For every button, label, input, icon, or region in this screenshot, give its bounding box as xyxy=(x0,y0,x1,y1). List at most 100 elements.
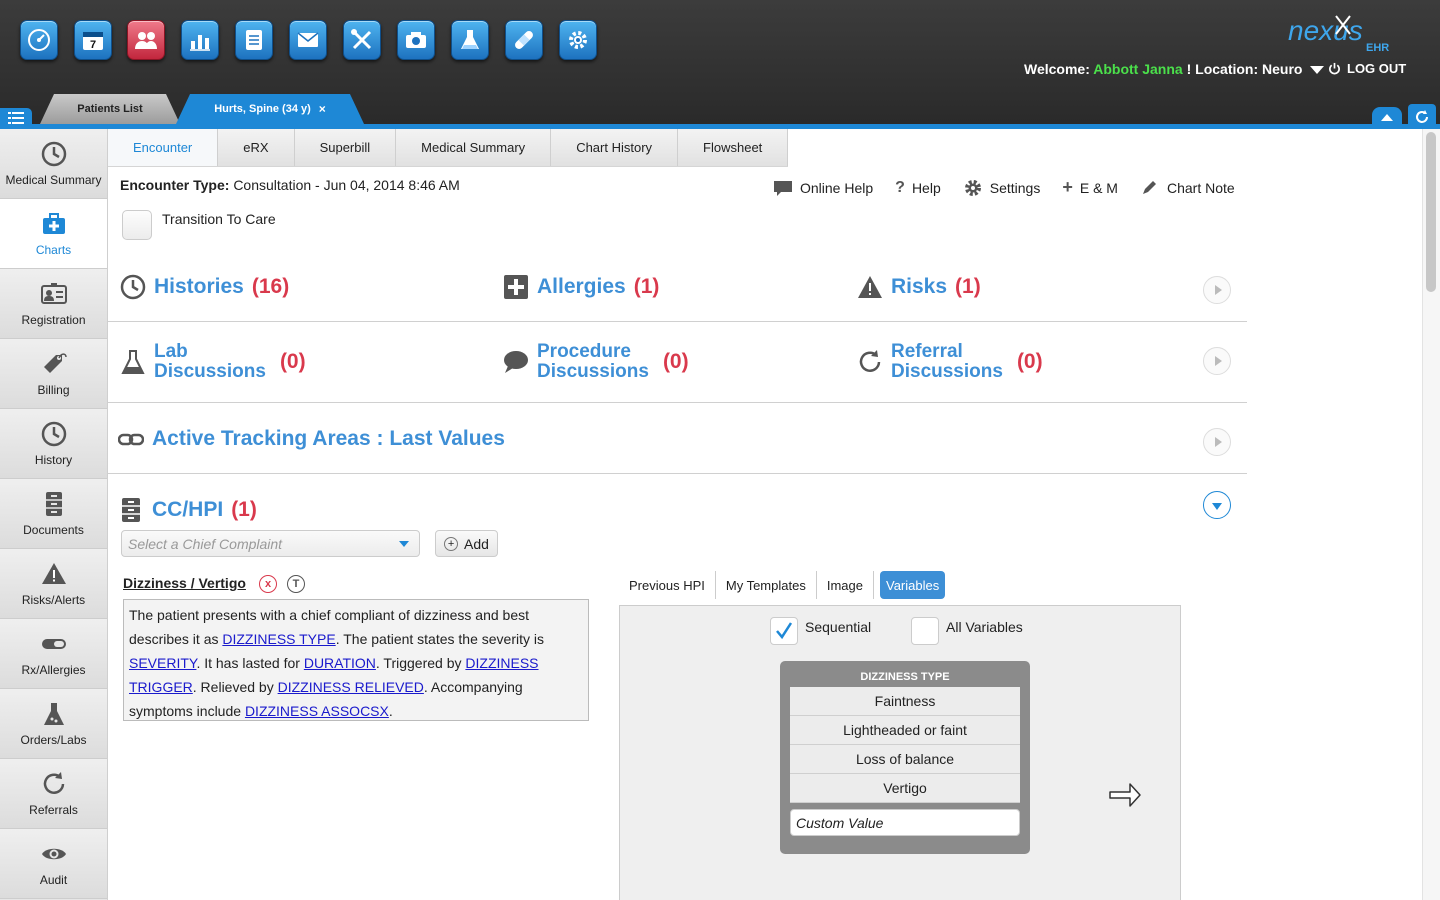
tab-variables[interactable]: Variables xyxy=(879,571,946,599)
online-help-button[interactable]: Online Help xyxy=(773,177,873,198)
tracking-areas-title[interactable]: Active Tracking Areas : Last Values xyxy=(118,426,505,452)
tab-medical-summary[interactable]: Medical Summary xyxy=(396,129,552,166)
scrollbar[interactable] xyxy=(1422,129,1440,900)
pill-icon xyxy=(41,639,66,649)
em-button[interactable]: + E & M xyxy=(1062,177,1118,198)
sidebar-item-audit[interactable]: Audit xyxy=(0,829,107,899)
tab-flowsheet[interactable]: Flowsheet xyxy=(678,129,789,166)
variable-link-dizziness-relieved[interactable]: DIZZINESS RELIEVED xyxy=(278,679,424,695)
risks-count: (1) xyxy=(955,275,981,298)
tab-previous-hpi[interactable]: Previous HPI xyxy=(619,571,716,599)
referral-discussions-title[interactable]: Referral Discussions (0) xyxy=(857,342,1043,382)
sidebar-item-documents[interactable]: Documents xyxy=(0,479,107,549)
location-dropdown-icon[interactable] xyxy=(1310,66,1325,75)
add-label: Add xyxy=(464,535,489,552)
tab-encounter[interactable]: Encounter xyxy=(108,129,219,166)
transition-to-care-checkbox[interactable] xyxy=(122,210,152,240)
dashboard-icon[interactable] xyxy=(20,20,58,60)
arrow-right-icon[interactable] xyxy=(1108,778,1142,812)
hpi-text-box[interactable]: The patient presents with a chief compli… xyxy=(123,599,589,721)
logout-button[interactable]: LOG OUT xyxy=(1328,61,1406,76)
chevron-down-icon xyxy=(1212,502,1222,510)
patients-icon[interactable] xyxy=(127,20,165,60)
sidebar-item-billing[interactable]: Billing xyxy=(0,339,107,409)
procedure-discussions-title[interactable]: Procedure Discussions (0) xyxy=(503,342,689,382)
histories-section-title[interactable]: Histories (16) xyxy=(120,274,289,300)
sequential-checkbox[interactable] xyxy=(770,617,798,645)
custom-value-input[interactable]: Custom Value xyxy=(790,809,1020,836)
close-tab-icon[interactable]: × xyxy=(319,102,326,116)
lab-discussions-title[interactable]: Lab Discussions (0) xyxy=(120,342,306,382)
sidebar-item-referrals[interactable]: Referrals xyxy=(0,759,107,829)
plus-icon: + xyxy=(444,536,459,551)
reports-icon[interactable] xyxy=(181,20,219,60)
help-button[interactable]: ? Help xyxy=(895,177,941,198)
lab-icon[interactable] xyxy=(451,20,489,60)
variable-box-title: DIZZINESS TYPE xyxy=(860,671,950,683)
divider xyxy=(108,321,1247,322)
sidebar-item-charts[interactable]: Charts xyxy=(0,199,107,269)
tab-patient-active[interactable]: Hurts, Spine (34 y) × xyxy=(176,94,364,124)
link-icon xyxy=(118,433,144,446)
complaint-title[interactable]: Dizziness / Vertigo xyxy=(123,575,246,591)
variable-link-dizziness-assocsx[interactable]: DIZZINESS ASSOCSX xyxy=(245,703,389,719)
expand-row-1-button[interactable] xyxy=(1203,276,1231,304)
encounter-toolbar: Online Help ? Help Settings + E & M Char… xyxy=(773,177,1235,198)
bandage-icon[interactable] xyxy=(505,20,543,60)
variable-link-duration[interactable]: DURATION xyxy=(304,655,376,671)
variables-panel: Sequential All Variables DIZZINESS TYPE … xyxy=(619,605,1181,900)
variable-option[interactable]: Lightheaded or faint xyxy=(790,716,1020,745)
scan-icon[interactable] xyxy=(397,20,435,60)
variable-link-dizziness-type[interactable]: DIZZINESS TYPE xyxy=(222,631,335,647)
tab-my-templates[interactable]: My Templates xyxy=(716,571,817,599)
chief-complaint-select[interactable]: Select a Chief Complaint xyxy=(121,530,420,557)
tab-superbill[interactable]: Superbill xyxy=(294,129,397,166)
tasks-icon[interactable] xyxy=(235,20,273,60)
variable-option[interactable]: Vertigo xyxy=(790,774,1020,803)
collapse-cchpi-button[interactable] xyxy=(1203,491,1231,519)
mail-icon[interactable] xyxy=(289,20,327,60)
tab-chart-history[interactable]: Chart History xyxy=(551,129,679,166)
remove-complaint-icon[interactable]: x xyxy=(259,575,277,593)
flask-icon xyxy=(121,350,145,374)
tools-icon[interactable] xyxy=(343,20,381,60)
variable-link-severity[interactable]: SEVERITY xyxy=(129,655,196,671)
sidebar-item-rx-allergies[interactable]: Rx/Allergies xyxy=(0,619,107,689)
refresh-icon xyxy=(43,772,64,794)
sidebar-item-history[interactable]: History xyxy=(0,409,107,479)
expand-row-3-button[interactable] xyxy=(1203,428,1231,456)
top-app-bar: 7 nexus EHR Welcome: Abbott Janna ! Loca… xyxy=(0,0,1440,129)
all-variables-checkbox[interactable] xyxy=(911,617,939,645)
variable-option[interactable]: Loss of balance xyxy=(790,745,1020,774)
template-icon[interactable]: T xyxy=(287,575,305,593)
warning-icon xyxy=(858,276,882,298)
sidebar-item-risks-alerts[interactable]: Risks/Alerts xyxy=(0,549,107,619)
clock-icon xyxy=(41,421,66,447)
tab-patient-label: Hurts, Spine (34 y) xyxy=(214,103,311,115)
sidebar-item-label: Orders/Labs xyxy=(20,733,87,747)
calendar-icon[interactable]: 7 xyxy=(74,20,112,60)
tab-image[interactable]: Image xyxy=(817,571,874,599)
plus-box-icon xyxy=(504,275,528,299)
expand-row-2-button[interactable] xyxy=(1203,347,1231,375)
allergies-section-title[interactable]: Allergies (1) xyxy=(503,274,659,300)
tab-patients-list[interactable]: Patients List xyxy=(40,94,180,124)
sidebar-item-registration[interactable]: Registration xyxy=(0,269,107,339)
scrollbar-thumb[interactable] xyxy=(1426,132,1436,292)
sidebar-item-orders-labs[interactable]: Orders/Labs xyxy=(0,689,107,759)
cchpi-section-title[interactable]: CC/HPI (1) xyxy=(118,497,257,523)
em-label: E & M xyxy=(1079,179,1118,196)
settings-icon[interactable] xyxy=(559,20,597,60)
flask-icon xyxy=(43,703,64,725)
pencil-icon xyxy=(1142,180,1156,194)
clock-icon xyxy=(41,141,66,167)
tab-erx[interactable]: eRX xyxy=(218,129,295,166)
add-complaint-button[interactable]: + Add xyxy=(435,530,498,557)
procedure-count: (0) xyxy=(662,350,689,373)
sidebar-item-medical-summary[interactable]: Medical Summary xyxy=(0,129,107,199)
chart-note-button[interactable]: Chart Note xyxy=(1140,177,1235,198)
settings-button[interactable]: Settings xyxy=(963,177,1040,198)
risks-section-title[interactable]: Risks (1) xyxy=(857,274,981,300)
variable-option[interactable]: Faintness xyxy=(790,687,1020,716)
id-card-icon xyxy=(40,283,67,304)
